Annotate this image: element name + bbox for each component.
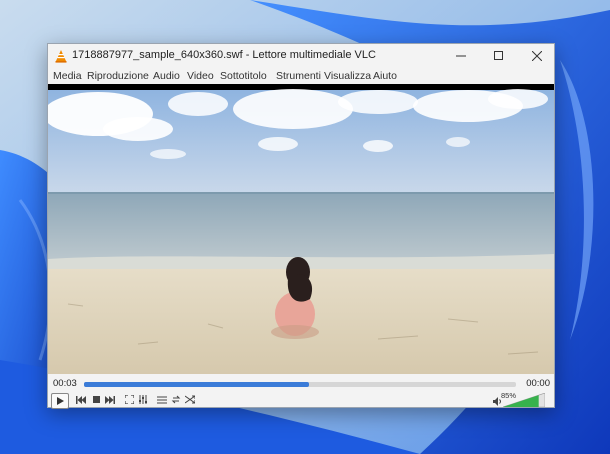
- control-panel: 00:03 00:00 85%: [48, 374, 554, 409]
- close-icon: [532, 51, 542, 61]
- menu-media[interactable]: Media: [53, 70, 82, 82]
- video-frame: [48, 84, 554, 374]
- menu-visualizza[interactable]: Visualizza: [324, 70, 371, 82]
- play-icon: [57, 397, 64, 405]
- volume-slider[interactable]: [503, 393, 545, 407]
- menu-bar: Media Riproduzione Audio Video Sottotito…: [48, 68, 554, 84]
- vlc-cone-icon: [55, 50, 67, 63]
- remaining-time: 00:00: [526, 378, 550, 389]
- playlist-button[interactable]: [156, 393, 168, 406]
- stop-button[interactable]: [90, 393, 102, 406]
- previous-button[interactable]: [75, 393, 87, 406]
- vlc-window: 1718887977_sample_640x360.swf - Lettore …: [47, 43, 555, 409]
- menu-audio[interactable]: Audio: [153, 70, 180, 82]
- maximize-button[interactable]: [480, 44, 518, 68]
- elapsed-time: 00:03: [53, 378, 77, 389]
- close-button[interactable]: [518, 44, 556, 68]
- next-button[interactable]: [104, 393, 116, 406]
- title-bar[interactable]: 1718887977_sample_640x360.swf - Lettore …: [48, 44, 554, 68]
- shuffle-button[interactable]: [184, 393, 196, 406]
- maximize-icon: [494, 51, 503, 60]
- seek-bar[interactable]: [84, 382, 516, 387]
- window-title: 1718887977_sample_640x360.swf - Lettore …: [72, 49, 376, 61]
- fullscreen-button[interactable]: [123, 393, 135, 406]
- menu-riproduzione[interactable]: Riproduzione: [87, 70, 149, 82]
- loop-icon: [171, 395, 181, 404]
- next-icon: [105, 395, 115, 404]
- equalizer-icon: [139, 395, 147, 404]
- fullscreen-icon: [124, 395, 134, 404]
- menu-aiuto[interactable]: Aiuto: [373, 70, 397, 82]
- play-button[interactable]: [51, 393, 69, 409]
- menu-strumenti[interactable]: Strumenti: [276, 70, 321, 82]
- previous-icon: [76, 395, 86, 404]
- video-display[interactable]: [48, 84, 554, 374]
- extended-settings-button[interactable]: [137, 393, 149, 406]
- menu-sottotitolo[interactable]: Sottotitolo: [220, 70, 267, 82]
- playlist-icon: [157, 396, 167, 403]
- minimize-button[interactable]: [442, 44, 480, 68]
- shuffle-icon: [185, 395, 195, 404]
- seek-progress: [84, 382, 309, 387]
- minimize-icon: [456, 55, 466, 57]
- menu-video[interactable]: Video: [187, 70, 214, 82]
- loop-button[interactable]: [170, 393, 182, 406]
- stop-icon: [92, 396, 100, 403]
